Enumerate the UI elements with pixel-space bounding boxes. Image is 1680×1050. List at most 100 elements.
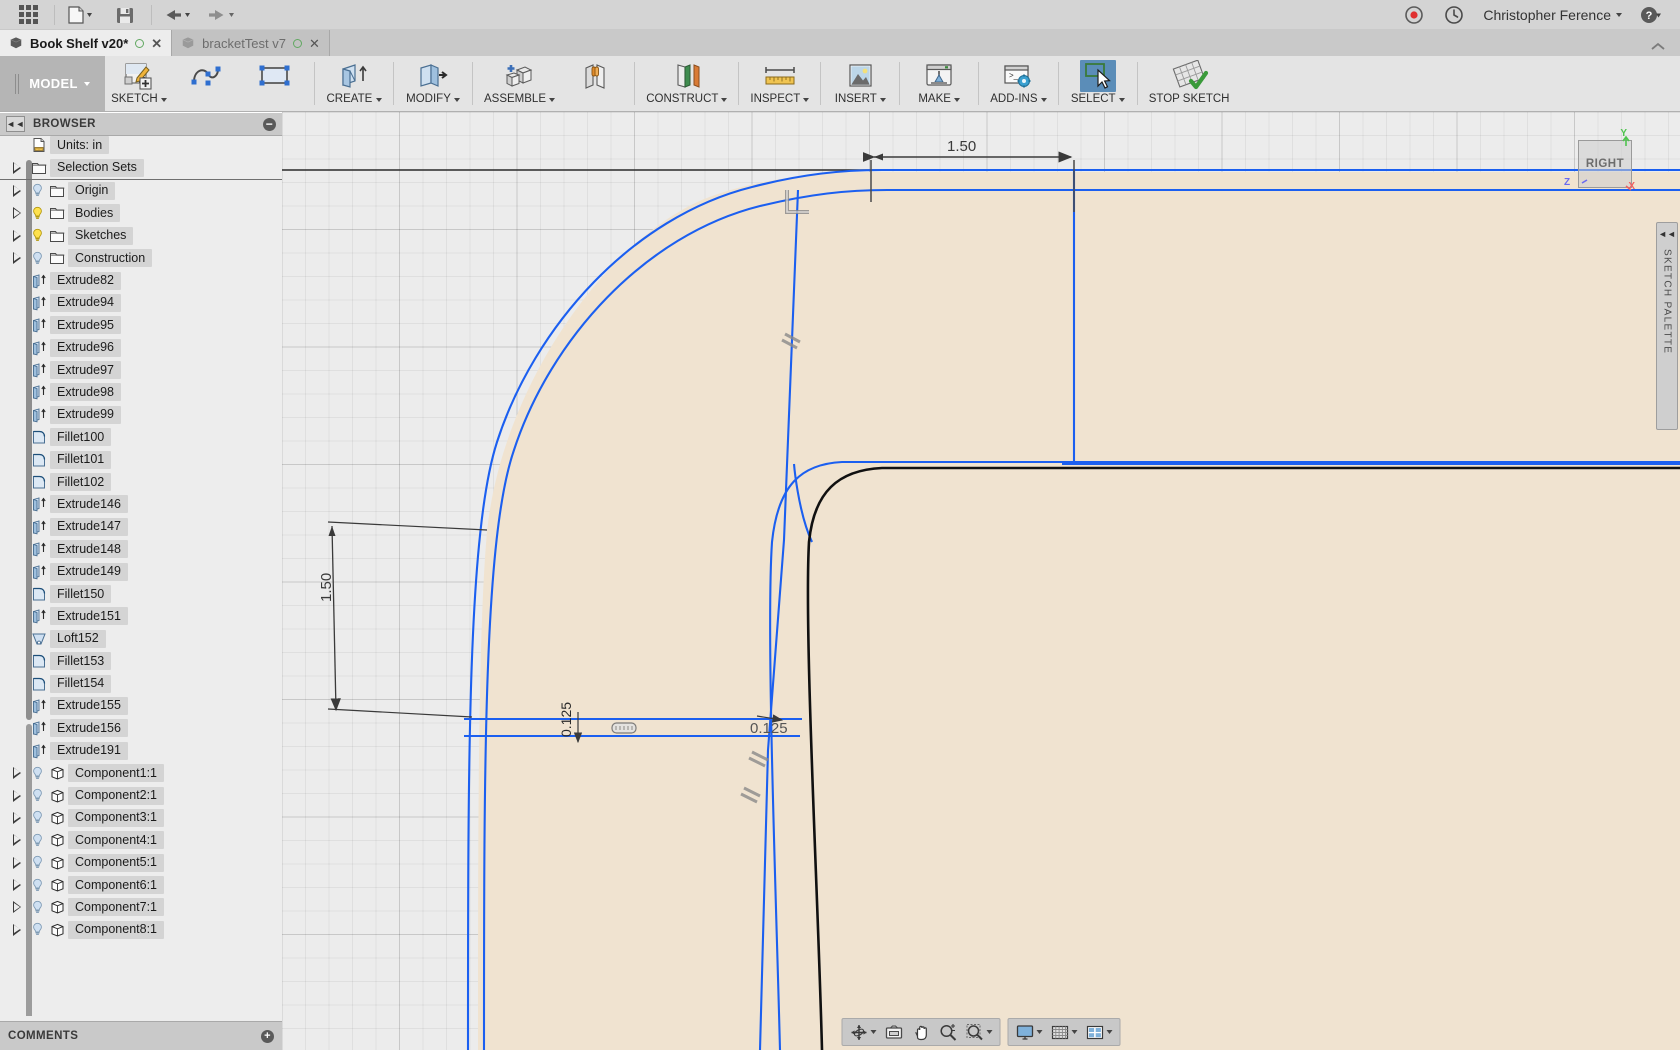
browser-node[interactable]: Extrude191 [0,740,282,762]
display-settings-icon[interactable] [1012,1020,1047,1044]
visibility-bulb-icon[interactable] [28,855,46,870]
browser-node[interactable]: Construction [0,247,282,269]
top-width-dimension-label[interactable]: 1.50 [947,138,976,155]
browser-node[interactable]: Extrude97 [0,359,282,381]
visibility-bulb-icon[interactable] [28,228,46,243]
user-account-menu[interactable]: Christopher Ference [1475,7,1630,23]
visibility-bulb-icon[interactable] [28,251,46,266]
browser-node[interactable]: Component4:1 [0,829,282,851]
ribbon-item-sketch[interactable]: SKETCH [105,56,173,111]
visibility-bulb-icon[interactable] [28,900,46,915]
help-icon[interactable]: ? [1632,1,1670,29]
apps-grid-icon[interactable] [6,1,50,29]
view-cube[interactable]: RIGHT Y X Z [1564,128,1636,192]
ribbon-item-addins[interactable]: >_ ADD-INS [984,56,1052,111]
browser-node[interactable]: Origin [0,180,282,202]
ribbon-item-select[interactable]: SELECT [1064,56,1132,111]
thickness-dimension-h-label[interactable]: 0.125 [750,720,788,737]
expand-triangle-icon[interactable] [6,207,28,220]
redo-icon[interactable] [200,1,244,29]
expand-triangle-icon[interactable] [6,834,28,847]
browser-node[interactable]: Extrude98 [0,381,282,403]
comments-panel-header[interactable]: COMMENTS + [0,1021,282,1050]
browser-node[interactable]: Component1:1 [0,762,282,784]
browser-node[interactable]: Extrude155 [0,695,282,717]
expand-triangle-icon[interactable] [6,856,28,869]
plus-circle-icon[interactable]: + [261,1029,274,1043]
collapse-left-icon[interactable]: ◄◄ [6,116,25,132]
design-canvas[interactable]: 1.50 1.50 0.125 0.125 RIGHT Y X Z ◄◄ SKE… [282,112,1680,1050]
browser-node[interactable]: Extrude146 [0,493,282,515]
zoom-icon[interactable] [935,1020,962,1044]
left-height-dimension-label[interactable]: 1.50 [318,573,335,602]
document-tab-active[interactable]: Book Shelf v20* ✕ [0,30,173,56]
browser-node[interactable]: Component3:1 [0,807,282,829]
job-status-clock-icon[interactable] [1435,1,1473,29]
visibility-bulb-icon[interactable] [28,878,46,893]
ribbon-item-modify[interactable]: MODIFY [399,56,467,111]
browser-node[interactable]: Extrude147 [0,516,282,538]
ribbon-item-insert[interactable]: INSERT [826,56,894,111]
collapse-right-icon[interactable]: ◄◄ [1658,229,1676,239]
browser-node[interactable]: Loft152 [0,628,282,650]
browser-node[interactable]: Bodies [0,202,282,224]
ribbon-item-construct[interactable]: CONSTRUCT [640,56,733,111]
browser-node[interactable]: Extrude151 [0,605,282,627]
expand-triangle-icon[interactable] [6,901,28,914]
visibility-bulb-icon[interactable] [28,183,46,198]
ribbon-item-spline[interactable] [173,56,241,111]
expand-triangle-icon[interactable] [6,767,28,780]
expand-triangle-icon[interactable] [6,789,28,802]
browser-node[interactable]: Extrude149 [0,560,282,582]
visibility-bulb-icon[interactable] [28,766,46,781]
browser-node[interactable]: Extrude148 [0,538,282,560]
browser-node[interactable]: Extrude82 [0,269,282,291]
ribbon-collapse-chevron-icon[interactable] [1648,41,1680,56]
expand-triangle-icon[interactable] [6,879,28,892]
visibility-bulb-icon[interactable] [28,788,46,803]
ribbon-item-stop-sketch[interactable]: STOP SKETCH [1143,56,1236,111]
browser-node[interactable]: Component2:1 [0,784,282,806]
visibility-bulb-icon[interactable] [28,206,46,221]
ribbon-item-inspect[interactable]: INSPECT [744,56,815,111]
grid-snap-icon[interactable] [1047,1020,1082,1044]
new-file-icon[interactable] [59,1,103,29]
browser-node[interactable]: Units: in [0,134,282,156]
minus-circle-icon[interactable]: − [263,117,276,131]
browser-node[interactable]: Extrude94 [0,292,282,314]
ribbon-item-joint[interactable] [561,56,629,111]
browser-node[interactable]: Fillet100 [0,426,282,448]
browser-node[interactable]: Component5:1 [0,852,282,874]
ribbon-item-make[interactable]: MAKE [905,56,973,111]
thickness-dimension-v-label[interactable]: 0.125 [558,702,574,737]
browser-node[interactable]: Extrude99 [0,404,282,426]
save-icon[interactable] [103,1,147,29]
close-icon[interactable]: ✕ [151,37,162,50]
pan-view-icon[interactable] [881,1020,908,1044]
orbit-icon[interactable] [846,1020,881,1044]
browser-node[interactable]: Component7:1 [0,896,282,918]
visibility-bulb-icon[interactable] [28,833,46,848]
browser-node[interactable]: Fillet153 [0,650,282,672]
workspace-switcher[interactable]: MODEL [0,56,105,111]
document-tab-inactive[interactable]: bracketTest v7 ✕ [172,30,330,56]
pan-hand-icon[interactable] [908,1020,935,1044]
browser-node[interactable]: Fillet150 [0,583,282,605]
browser-node[interactable]: Extrude95 [0,314,282,336]
visibility-bulb-icon[interactable] [28,922,46,937]
browser-node[interactable]: Component6:1 [0,874,282,896]
expand-triangle-icon[interactable] [6,229,28,242]
ribbon-item-create[interactable]: CREATE [320,56,388,111]
expand-triangle-icon[interactable] [6,923,28,936]
browser-node[interactable]: Fillet102 [0,471,282,493]
ribbon-item-assemble[interactable]: ASSEMBLE [478,56,561,111]
record-icon[interactable] [1395,1,1433,29]
expand-triangle-icon[interactable] [6,161,28,174]
close-icon[interactable]: ✕ [309,37,320,50]
browser-node[interactable]: Fillet101 [0,448,282,470]
expand-triangle-icon[interactable] [6,252,28,265]
browser-node[interactable]: Component8:1 [0,919,282,941]
viewports-icon[interactable] [1082,1020,1117,1044]
sketch-palette-tab[interactable]: ◄◄ SKETCH PALETTE [1656,222,1678,430]
expand-triangle-icon[interactable] [6,811,28,824]
